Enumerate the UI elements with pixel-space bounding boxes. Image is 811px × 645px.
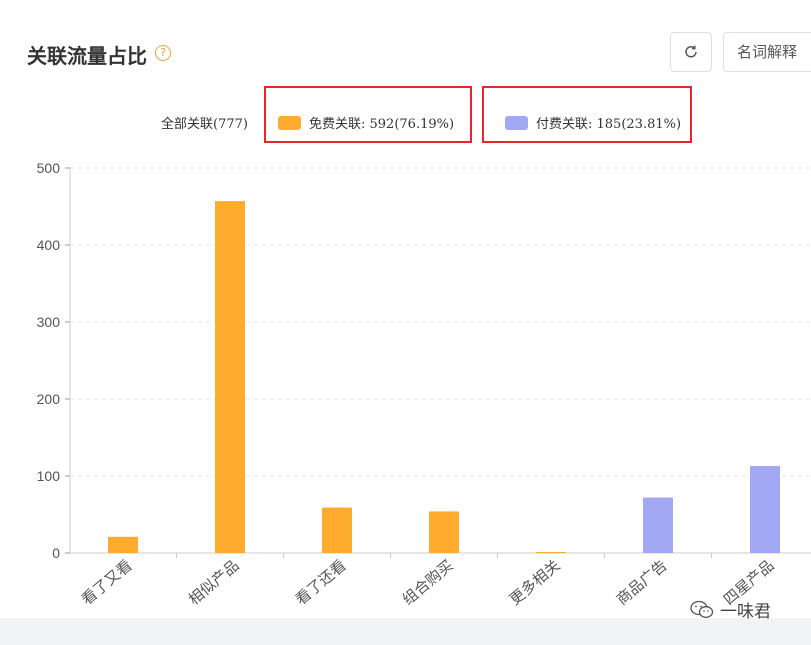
x-tick-label: 相似产品 xyxy=(185,556,243,608)
x-tick-label: 组合购买 xyxy=(399,556,457,608)
bar xyxy=(108,536,138,553)
x-tick-label: 看了又看 xyxy=(78,556,136,608)
y-tick-label: 0 xyxy=(52,545,60,561)
bar xyxy=(536,552,566,553)
y-tick-label: 200 xyxy=(37,391,61,407)
bar xyxy=(322,507,352,553)
watermark: 一味君 xyxy=(690,597,771,622)
x-tick-label: 更多相关 xyxy=(506,556,564,608)
y-tick-label: 300 xyxy=(37,314,61,330)
bar-chart: 0 100 200 300 400 500 看了又看 相似产品 看了还看 组合购买 更多相关 商品广告… xyxy=(37,160,811,609)
bar xyxy=(750,465,780,553)
y-tick-label: 400 xyxy=(37,237,61,253)
bar xyxy=(643,497,673,553)
x-tick-label: 商品广告 xyxy=(613,556,671,608)
x-tick-label: 看了还看 xyxy=(292,556,350,608)
bar xyxy=(429,511,459,553)
bar xyxy=(215,201,245,554)
watermark-text: 一味君 xyxy=(720,602,771,622)
wechat-icon xyxy=(690,600,714,618)
y-tick-label: 500 xyxy=(37,160,61,176)
y-tick-label: 100 xyxy=(37,468,61,484)
footer-strip xyxy=(0,618,811,645)
